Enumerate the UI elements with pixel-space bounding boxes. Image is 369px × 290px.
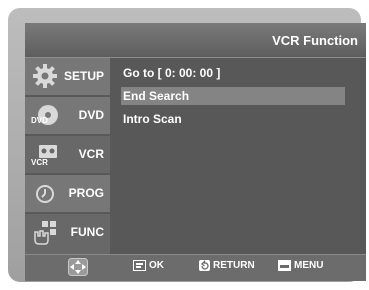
sidebar-item-label: FUNC xyxy=(70,225,104,239)
hand-icon xyxy=(34,221,56,245)
return-button[interactable]: RETURN xyxy=(199,260,255,271)
clock-icon xyxy=(36,185,54,203)
ok-icon xyxy=(133,260,146,271)
sidebar-item-vcr[interactable]: VCR VCR xyxy=(25,136,110,174)
page-title: VCR Function xyxy=(272,33,358,48)
footer-bar: OK RETURN MENU xyxy=(25,254,366,281)
menu-list: Go to [ 0: 00: 00 ] End Search Intro Sca… xyxy=(117,58,366,254)
title-bar: VCR Function xyxy=(25,23,366,58)
menu-item-intro-scan[interactable]: Intro Scan xyxy=(121,110,345,128)
osd-screen: VCR Function SETUP DVD DVD VCR VCR PROG … xyxy=(25,23,366,281)
menu-label: MENU xyxy=(294,260,324,271)
vcr-icon-text: VCR xyxy=(31,158,48,167)
vcr-cassette-icon: VCR xyxy=(31,145,57,167)
sidebar-item-label: PROG xyxy=(68,186,104,200)
sidebar-item-label: SETUP xyxy=(63,69,104,83)
ok-button[interactable]: OK xyxy=(133,260,164,271)
dvd-disc-icon: DVD xyxy=(31,105,58,125)
sidebar: SETUP DVD DVD VCR VCR PROG FUNC xyxy=(25,58,110,254)
sidebar-item-label: DVD xyxy=(78,108,104,122)
dvd-icon-text: DVD xyxy=(31,116,48,125)
sidebar-item-setup[interactable]: SETUP xyxy=(25,58,110,96)
sidebar-item-dvd[interactable]: DVD DVD xyxy=(25,97,110,135)
menu-item-goto[interactable]: Go to [ 0: 00: 00 ] xyxy=(121,64,345,82)
sidebar-item-func[interactable]: FUNC xyxy=(25,214,110,254)
menu-icon xyxy=(278,260,291,271)
ok-label: OK xyxy=(149,260,164,271)
sidebar-item-label: VCR xyxy=(78,147,104,161)
dpad-icon xyxy=(68,258,88,279)
menu-button[interactable]: MENU xyxy=(278,260,323,271)
return-icon xyxy=(199,260,210,271)
gear-icon xyxy=(33,64,57,88)
sidebar-item-prog[interactable]: PROG xyxy=(25,175,110,213)
return-label: RETURN xyxy=(213,260,255,271)
menu-item-end-search[interactable]: End Search xyxy=(121,87,345,105)
